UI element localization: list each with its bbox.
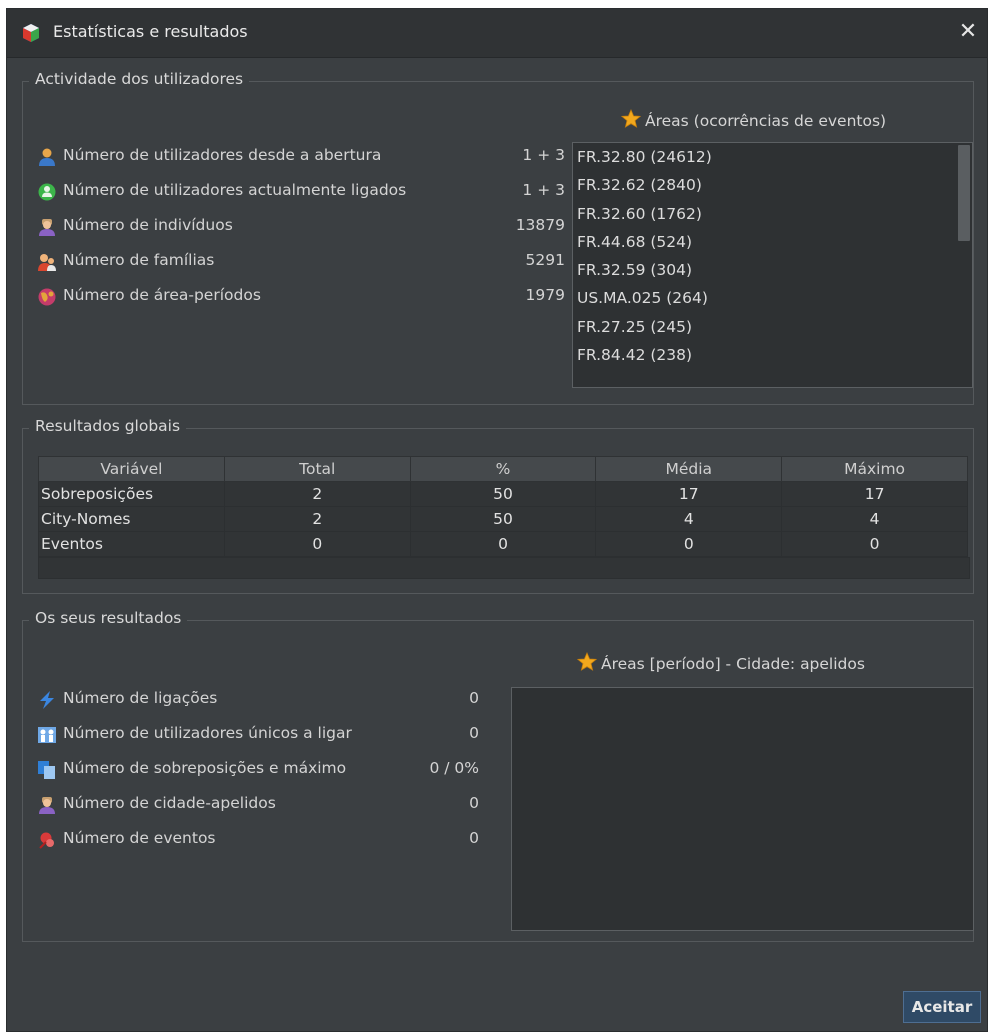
column-header[interactable]: Total [223, 456, 411, 482]
events-icon [39, 832, 54, 849]
your-results-title: Os seus resultados [29, 609, 188, 627]
stat-label: Número de famílias [63, 251, 215, 269]
your-results-panel: Os seus resultados Número de ligações 0 … [22, 609, 974, 942]
stat-city-surnames: Número de cidade-apelidos 0 [37, 792, 487, 818]
stat-families: Número de famílias 5291 [37, 249, 577, 275]
list-item[interactable]: FR.32.60 (1762) [573, 200, 972, 228]
table-cell: Eventos [38, 531, 225, 557]
stat-value: 0 [469, 724, 479, 742]
user-activity-title: Actividade dos utilizadores [29, 70, 250, 88]
areas-period-title-text: Áreas [período] - Cidade: apelidos [601, 655, 865, 673]
stat-value: 0 [469, 829, 479, 847]
stat-individuals: Número de indivíduos 13879 [37, 214, 577, 240]
stat-label: Número de eventos [63, 829, 216, 847]
user-activity-panel: Actividade dos utilizadores Número de ut… [22, 70, 974, 405]
table-cell: 50 [409, 481, 597, 507]
column-header[interactable]: Máximo [781, 456, 968, 482]
stat-label: Número de utilizadores únicos a ligar [63, 724, 352, 742]
table-row[interactable]: Sobreposições 2 50 17 17 [38, 481, 968, 507]
global-results-title: Resultados globais [29, 417, 187, 435]
table-row[interactable]: Eventos 0 0 0 0 [38, 531, 968, 557]
stat-value: 13879 [515, 216, 565, 234]
table-cell: 0 [781, 531, 968, 557]
list-item[interactable]: FR.32.80 (24612) [573, 143, 972, 171]
table-cell: 4 [595, 506, 783, 532]
column-header[interactable]: Média [595, 456, 783, 482]
title-bar[interactable]: Estatísticas e resultados ✕ [7, 9, 987, 58]
table-empty-area [38, 557, 970, 579]
areas-period-list[interactable] [511, 687, 974, 931]
app-cube-icon [23, 24, 39, 42]
list-scrollbar[interactable] [958, 145, 970, 241]
stat-value: 5291 [525, 251, 565, 269]
family-icon [38, 254, 56, 271]
areas-period-title: Áreas [período] - Cidade: apelidos [577, 652, 865, 673]
stat-label: Número de utilizadores actualmente ligad… [63, 181, 407, 199]
list-item[interactable]: FR.84.42 (238) [573, 341, 972, 369]
global-results-table: Variável Total % Média Máximo Sobreposiç… [38, 456, 968, 557]
column-header[interactable]: Variável [38, 456, 225, 482]
stat-users-connected: Número de utilizadores actualmente ligad… [37, 179, 577, 205]
user-icon [39, 148, 55, 166]
stat-label: Número de sobreposições e máximo [63, 759, 347, 777]
table-cell: 0 [595, 531, 783, 557]
table-row[interactable]: City-Nomes 2 50 4 4 [38, 506, 968, 532]
table-cell: 4 [781, 506, 968, 532]
table-cell: City-Nomes [38, 506, 225, 532]
table-cell: 0 [409, 531, 597, 557]
statistics-dialog: Estatísticas e resultados ✕ Actividade d… [6, 8, 988, 1032]
table-cell: 2 [223, 506, 411, 532]
connected-users-icon [38, 183, 56, 201]
table-cell: 50 [409, 506, 597, 532]
stat-users-since-opening: Número de utilizadores desde a abertura … [37, 144, 577, 170]
stat-label: Número de cidade-apelidos [63, 794, 276, 812]
stat-label: Número de área-períodos [63, 286, 261, 304]
globe-icon [38, 288, 56, 306]
list-item[interactable]: FR.32.59 (304) [573, 256, 972, 284]
city-surname-icon [39, 797, 55, 814]
star-icon [577, 652, 597, 671]
accept-button[interactable]: Aceitar [903, 991, 981, 1023]
stat-value: 0 [469, 689, 479, 707]
stat-value: 1 + 3 [522, 146, 565, 164]
stat-value: 1979 [525, 286, 565, 304]
stat-area-periods: Número de área-períodos 1979 [37, 284, 577, 310]
stat-unique-users: Número de utilizadores únicos a ligar 0 [37, 722, 487, 748]
list-item[interactable]: FR.27.25 (245) [573, 313, 972, 341]
stat-label: Número de utilizadores desde a abertura [63, 146, 382, 164]
stat-value: 0 / 0% [429, 759, 479, 777]
column-header[interactable]: % [409, 456, 597, 482]
overlap-icon [38, 761, 55, 779]
list-item[interactable]: US.MA.025 (264) [573, 284, 972, 312]
stat-events: Número de eventos 0 [37, 827, 487, 853]
areas-events-title-text: Áreas (ocorrências de eventos) [645, 112, 887, 130]
stat-connections: Número de ligações 0 [37, 687, 487, 713]
table-header-row: Variável Total % Média Máximo [38, 456, 968, 482]
areas-events-list[interactable]: FR.32.80 (24612) FR.32.62 (2840) FR.32.6… [572, 142, 973, 388]
stat-value: 0 [469, 794, 479, 812]
list-item[interactable]: FR.32.62 (2840) [573, 171, 972, 199]
table-cell: 17 [595, 481, 783, 507]
dialog-title: Estatísticas e resultados [53, 22, 248, 41]
unique-users-icon [38, 727, 56, 743]
star-icon [621, 109, 641, 128]
areas-events-title: Áreas (ocorrências de eventos) [621, 109, 886, 130]
table-cell: Sobreposições [38, 481, 225, 507]
lightning-icon [40, 691, 54, 709]
global-results-panel: Resultados globais Variável Total % Médi… [22, 417, 974, 594]
stat-overlaps: Número de sobreposições e máximo 0 / 0% [37, 757, 487, 783]
table-cell: 2 [223, 481, 411, 507]
individual-icon [39, 219, 55, 236]
close-button[interactable]: ✕ [955, 19, 981, 45]
list-item[interactable]: FR.44.68 (524) [573, 228, 972, 256]
table-cell: 0 [223, 531, 411, 557]
stat-value: 1 + 3 [522, 181, 565, 199]
table-cell: 17 [781, 481, 968, 507]
stat-label: Número de indivíduos [63, 216, 233, 234]
stat-label: Número de ligações [63, 689, 218, 707]
